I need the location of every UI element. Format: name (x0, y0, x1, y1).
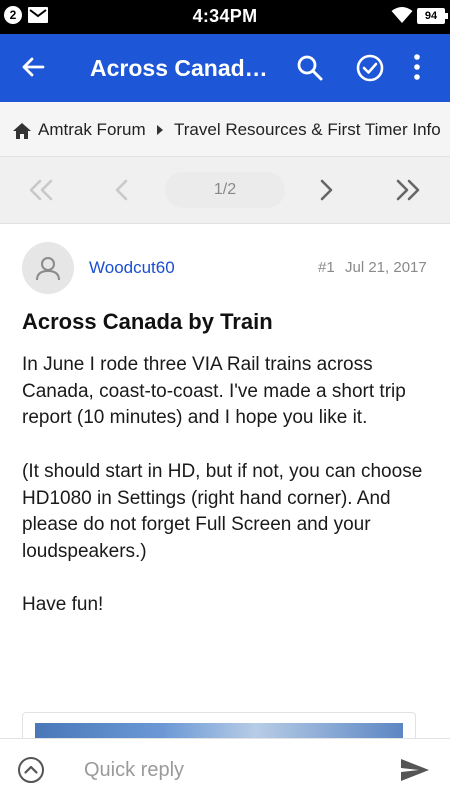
user-icon (36, 257, 60, 281)
expand-up-icon[interactable] (17, 756, 45, 784)
first-page-icon[interactable] (28, 179, 54, 201)
post-number: #1 (318, 259, 335, 276)
post-body: In June I rode three VIA Rail trains acr… (22, 352, 436, 646)
send-icon[interactable] (400, 758, 430, 782)
next-page-icon[interactable] (318, 179, 334, 201)
check-circle-icon[interactable] (355, 53, 385, 83)
status-bar: 2 4:34PM 94 (0, 0, 450, 34)
breadcrumb: Amtrak Forum Travel Resources & First Ti… (0, 102, 450, 157)
quick-reply-input[interactable]: Quick reply (84, 759, 184, 782)
wifi-icon (391, 7, 413, 23)
video-embed[interactable] (22, 712, 416, 739)
battery-indicator: 94 (417, 8, 448, 24)
post-title: Across Canada by Train (22, 309, 273, 334)
page-indicator[interactable]: 1/2 (165, 172, 285, 208)
search-icon[interactable] (296, 54, 324, 82)
previous-page-icon[interactable] (114, 179, 130, 201)
post-paragraph: Have fun! (22, 594, 104, 616)
post-paragraph: (It should start in HD, but if not, you … (22, 460, 423, 562)
home-icon (13, 123, 31, 139)
avatar[interactable] (22, 242, 74, 294)
pagination-bar: 1/2 (0, 157, 450, 224)
quick-reply-bar: Quick reply (0, 738, 450, 801)
last-page-icon[interactable] (395, 179, 421, 201)
back-arrow-icon[interactable] (20, 54, 46, 80)
topic-title: Across Canada by Train (90, 55, 280, 81)
post-paragraph: In June I rode three VIA Rail trains acr… (22, 354, 406, 429)
breadcrumb-item-amtrak-forum[interactable]: Amtrak Forum (38, 120, 146, 140)
app-bar: Across Canada by Train (0, 34, 450, 102)
chevron-right-icon (157, 125, 163, 135)
post-date: Jul 21, 2017 (345, 259, 427, 276)
video-thumbnail[interactable] (35, 723, 403, 739)
post-author[interactable]: Woodcut60 (89, 258, 175, 278)
more-vert-icon[interactable] (413, 53, 421, 81)
status-time: 4:34PM (192, 6, 258, 26)
breadcrumb-item-travel-resources[interactable]: Travel Resources & First Timer Info (174, 120, 441, 140)
